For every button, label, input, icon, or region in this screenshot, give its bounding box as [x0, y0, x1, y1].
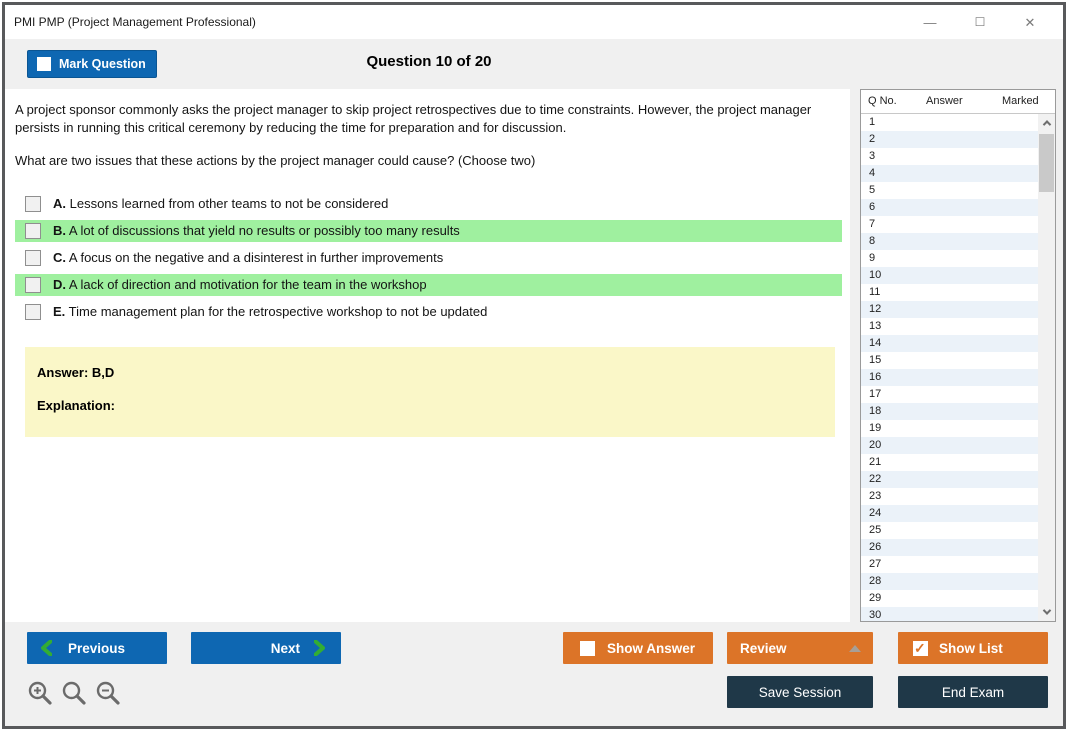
question-list-row[interactable]: 25 [861, 522, 1038, 539]
question-list-row[interactable]: 12 [861, 300, 1038, 318]
question-list-row[interactable]: 7 [861, 216, 1038, 233]
option-text: D. A lack of direction and motivation fo… [53, 277, 427, 293]
question-list-row[interactable]: 22 [861, 470, 1038, 488]
dropdown-up-icon [849, 644, 861, 652]
toolbar: Mark Question Question 10 of 20 [5, 39, 1063, 89]
question-list-row[interactable]: 27 [861, 556, 1038, 573]
question-panel: A project sponsor commonly asks the proj… [5, 89, 850, 622]
option-checkbox[interactable] [25, 222, 41, 239]
scroll-up-icon[interactable] [1038, 115, 1055, 131]
question-list-row[interactable]: 21 [861, 454, 1038, 471]
title-bar: PMI PMP (Project Management Professional… [5, 5, 1063, 39]
option-text: B. A lot of discussions that yield no re… [53, 223, 460, 239]
question-list-row[interactable]: 15 [861, 352, 1038, 369]
next-label: Next [270, 640, 300, 656]
scrollbar-thumb[interactable] [1039, 133, 1054, 192]
minimize-icon[interactable]: — [923, 16, 937, 29]
column-marked: Marked [1002, 95, 1039, 108]
answer-option-a[interactable]: A. Lessons learned from other teams to n… [15, 193, 842, 215]
save-session-label: Save Session [758, 684, 842, 700]
question-list-row[interactable]: 2 [861, 130, 1038, 148]
question-list-row[interactable]: 14 [861, 334, 1038, 352]
question-list-row[interactable]: 9 [861, 250, 1038, 267]
column-answer: Answer [926, 95, 963, 108]
zoom-in-icon[interactable] [27, 680, 54, 707]
end-exam-button[interactable]: End Exam [898, 676, 1048, 708]
window-controls: — ☐ ✕ [923, 16, 1063, 29]
option-text: A. Lessons learned from other teams to n… [53, 196, 389, 212]
screenshot-frame: PMI PMP (Project Management Professional… [0, 0, 1075, 735]
question-list-header: Q No. Answer Marked [861, 90, 1055, 114]
answer-option-d[interactable]: D. A lack of direction and motivation fo… [15, 273, 842, 296]
explanation-label: Explanation: [37, 397, 116, 413]
question-list-row[interactable]: 3 [861, 148, 1038, 165]
previous-label: Previous [68, 640, 126, 656]
question-list-row[interactable]: 1 [861, 114, 1038, 131]
question-list-row[interactable]: 13 [861, 318, 1038, 335]
question-list-row[interactable]: 8 [861, 232, 1038, 250]
show-list-checkbox[interactable] [913, 640, 928, 657]
question-list-row[interactable]: 18 [861, 402, 1038, 420]
show-list-label: Show List [939, 640, 1003, 656]
question-list-row[interactable]: 24 [861, 504, 1038, 522]
question-list-row[interactable]: 5 [861, 182, 1038, 199]
close-icon[interactable]: ✕ [1023, 16, 1037, 29]
options-list: A. Lessons learned from other teams to n… [15, 193, 842, 323]
option-checkbox[interactable] [25, 303, 41, 320]
answer-option-e[interactable]: E. Time management plan for the retrospe… [15, 301, 842, 323]
main-area: A project sponsor commonly asks the proj… [5, 89, 1063, 622]
zoom-out-icon[interactable] [95, 680, 122, 707]
question-list-row[interactable]: 19 [861, 420, 1038, 437]
zoom-reset-icon[interactable] [61, 680, 88, 707]
zoom-controls [27, 680, 122, 707]
scroll-down-icon[interactable] [1038, 604, 1055, 620]
option-checkbox[interactable] [25, 249, 41, 266]
question-list-row[interactable]: 16 [861, 368, 1038, 386]
review-button[interactable]: Review [727, 632, 873, 664]
previous-button[interactable]: Previous [27, 632, 167, 664]
question-list-body: 1 2 3 4 5 6 7 8 9 10 11 12 13 14 15 16 17 18 19 20 21 22 23 24 2… [861, 113, 1055, 621]
question-list-row[interactable]: 28 [861, 572, 1038, 590]
question-paragraph: A project sponsor commonly asks the proj… [15, 102, 812, 136]
question-list-row[interactable]: 6 [861, 198, 1038, 216]
show-list-button[interactable]: Show List [898, 632, 1048, 664]
window-title: PMI PMP (Project Management Professional… [14, 15, 256, 29]
question-list-row[interactable]: 29 [861, 590, 1038, 607]
show-answer-button[interactable]: Show Answer [563, 632, 713, 664]
question-list-row[interactable]: 30 [861, 606, 1038, 621]
question-list-row[interactable]: 17 [861, 386, 1038, 403]
answer-option-b[interactable]: B. A lot of discussions that yield no re… [15, 219, 842, 242]
option-checkbox[interactable] [25, 276, 41, 293]
scrollbar[interactable] [1038, 113, 1055, 621]
answer-option-c[interactable]: C. A focus on the negative and a disinte… [15, 247, 842, 269]
option-text: C. A focus on the negative and a disinte… [53, 250, 444, 266]
question-list-row[interactable]: 20 [861, 436, 1038, 454]
option-checkbox[interactable] [25, 195, 41, 212]
question-list-row[interactable]: 4 [861, 164, 1038, 182]
show-answer-label: Show Answer [607, 640, 696, 656]
app-window: PMI PMP (Project Management Professional… [2, 2, 1066, 729]
maximize-icon[interactable]: ☐ [973, 16, 987, 28]
question-counter: Question 10 of 20 [366, 53, 492, 70]
column-qno: Q No. [868, 95, 897, 108]
chevron-right-icon [314, 640, 325, 656]
question-list-row[interactable]: 11 [861, 284, 1038, 301]
question-list-row[interactable]: 26 [861, 538, 1038, 556]
question-list-panel: Q No. Answer Marked 1 2 3 4 5 6 7 8 9 10 11 12 13 14 1… [860, 89, 1056, 622]
footer-bar: Previous Next Show Answer Review Show Li… [5, 622, 1063, 726]
question-prompt: What are two issues that these actions b… [15, 153, 536, 169]
option-text: E. Time management plan for the retrospe… [53, 304, 488, 320]
end-exam-label: End Exam [941, 684, 1005, 700]
answer-text: Answer: B,D [37, 364, 115, 380]
next-button[interactable]: Next [191, 632, 341, 664]
question-list-row[interactable]: 10 [861, 266, 1038, 284]
answer-box: Answer: B,D Explanation: [25, 346, 835, 437]
save-session-button[interactable]: Save Session [727, 676, 873, 708]
review-label: Review [740, 640, 787, 656]
show-answer-checkbox[interactable] [580, 640, 595, 656]
chevron-left-icon [41, 640, 52, 656]
question-list-row[interactable]: 23 [861, 488, 1038, 505]
